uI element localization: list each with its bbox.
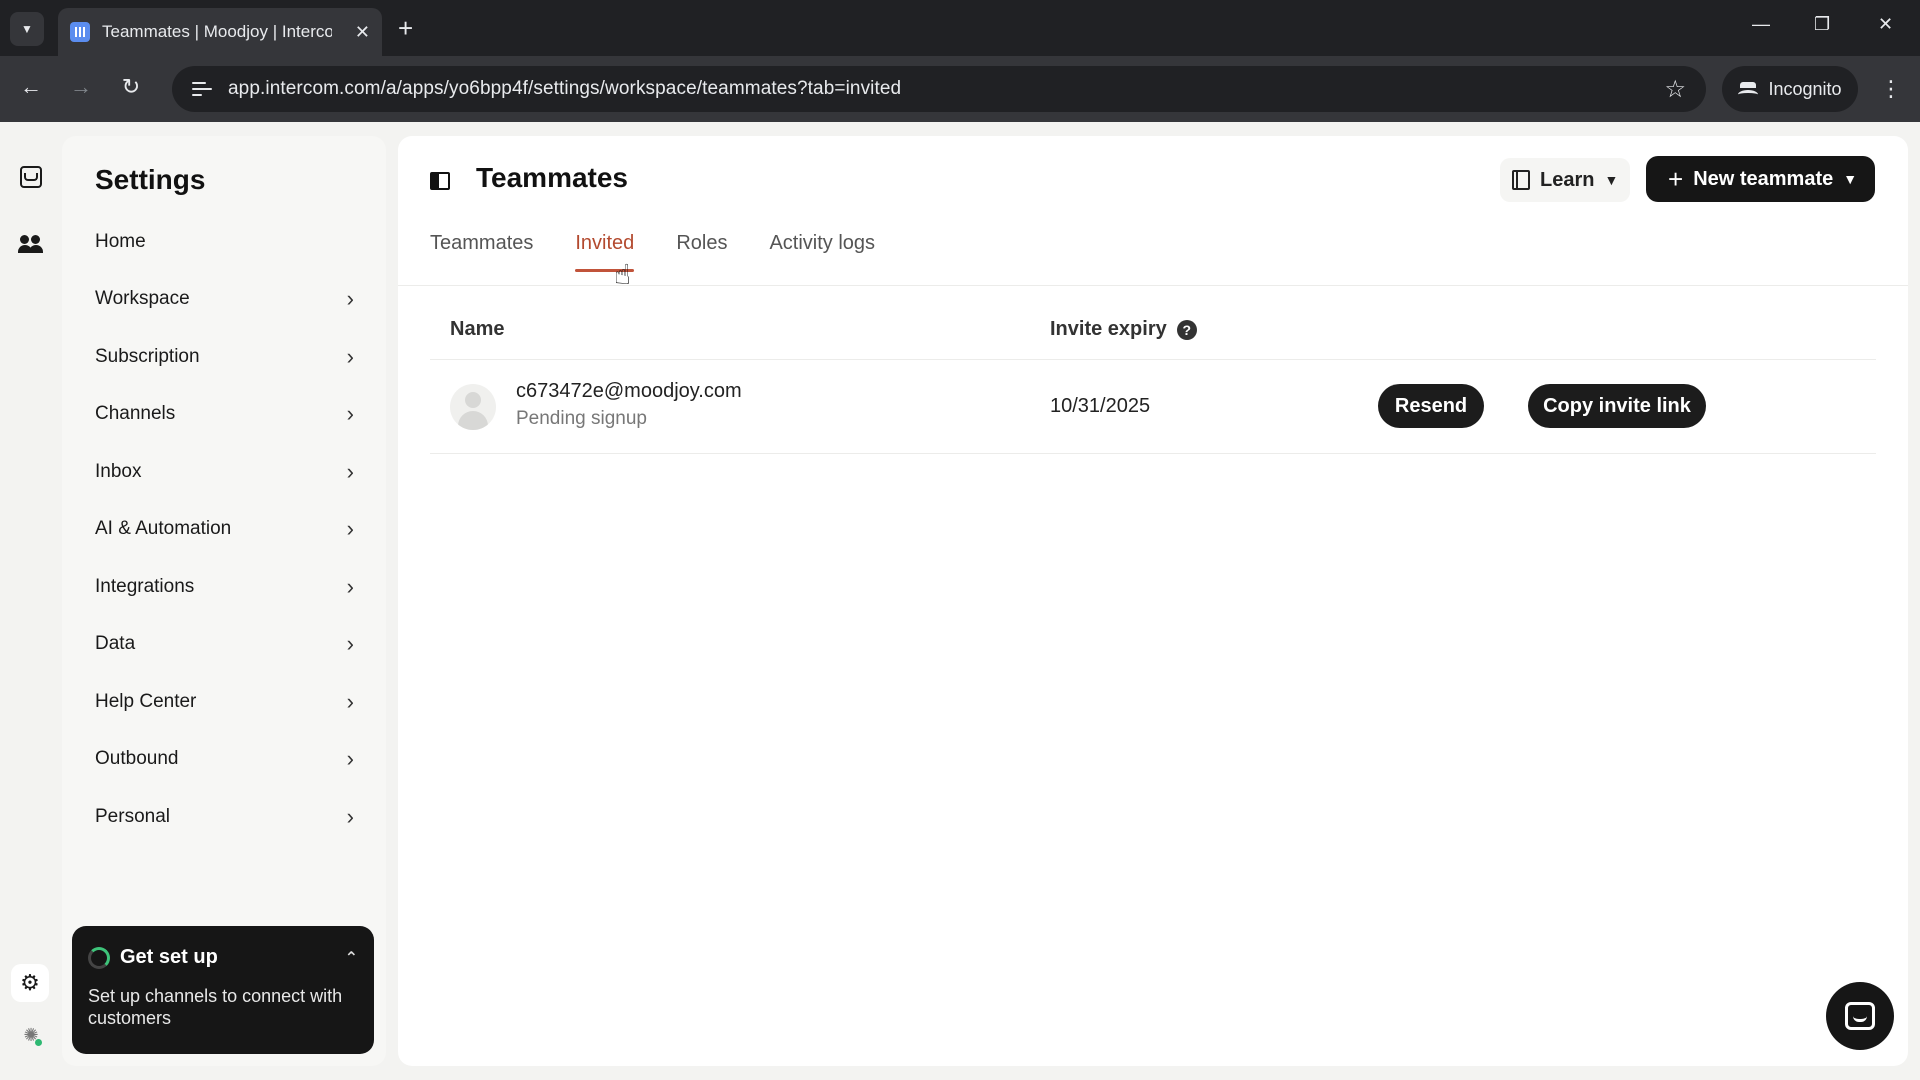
sidebar-toggle-icon[interactable] bbox=[430, 172, 450, 190]
site-info-icon[interactable] bbox=[192, 79, 212, 99]
new-tab-icon[interactable]: + bbox=[398, 14, 413, 42]
tab-teammates[interactable]: Teammates bbox=[430, 232, 533, 272]
messenger-launcher-button[interactable] bbox=[1826, 982, 1894, 1050]
close-tab-icon[interactable]: ✕ bbox=[355, 22, 370, 43]
url-text[interactable]: app.intercom.com/a/apps/yo6bpp4f/setting… bbox=[228, 78, 901, 100]
table-row: c673472e@moodjoy.com Pending signup 10/3… bbox=[430, 360, 1876, 454]
chevron-right-icon: › bbox=[346, 746, 354, 772]
column-header-name: Name bbox=[450, 318, 505, 340]
avatar bbox=[450, 384, 496, 430]
column-header-expiry: Invite expiry ? bbox=[1050, 318, 1197, 341]
address-bar[interactable]: app.intercom.com/a/apps/yo6bpp4f/setting… bbox=[172, 66, 1706, 112]
sidebar-item-ai-automation[interactable]: AI & Automation › bbox=[62, 501, 386, 559]
browser-tab-bar: ▼ Teammates | Moodjoy | Interco ✕ + — ❐ … bbox=[0, 0, 1920, 56]
bookmark-star-icon[interactable]: ☆ bbox=[1664, 75, 1686, 104]
invite-status: Pending signup bbox=[516, 408, 647, 429]
table-header: Name Invite expiry ? bbox=[430, 296, 1876, 360]
close-window-icon[interactable]: ✕ bbox=[1878, 14, 1893, 35]
forward-icon[interactable]: → bbox=[66, 74, 96, 100]
tab-activity-logs[interactable]: Activity logs bbox=[769, 232, 875, 272]
invitee-email: c673472e@moodjoy.com bbox=[516, 380, 742, 402]
sidebar-item-outbound[interactable]: Outbound › bbox=[62, 731, 386, 789]
pointer-cursor-icon: ☝ bbox=[614, 259, 632, 290]
minimize-icon[interactable]: — bbox=[1752, 14, 1770, 35]
inbox-icon[interactable] bbox=[20, 166, 42, 188]
chevron-right-icon: › bbox=[346, 631, 354, 657]
incognito-indicator[interactable]: Incognito bbox=[1722, 66, 1858, 112]
sidebar-item-channels[interactable]: Channels › bbox=[62, 386, 386, 444]
chat-icon bbox=[1845, 1002, 1875, 1030]
chevron-right-icon: › bbox=[346, 573, 354, 599]
help-icon[interactable]: ? bbox=[1176, 319, 1197, 340]
tab-search-button[interactable]: ▼ bbox=[10, 12, 44, 46]
incognito-label: Incognito bbox=[1768, 78, 1842, 99]
chevron-down-icon: ▼ bbox=[21, 22, 33, 36]
sidebar-item-inbox[interactable]: Inbox › bbox=[62, 443, 386, 501]
page-title: Teammates bbox=[476, 162, 629, 193]
caret-down-icon: ▼ bbox=[1843, 171, 1858, 187]
incognito-icon bbox=[1738, 82, 1759, 96]
resend-button[interactable]: Resend bbox=[1378, 384, 1484, 428]
back-icon[interactable]: ← bbox=[16, 74, 46, 100]
chevron-right-icon: › bbox=[346, 803, 354, 829]
sidebar-item-help-center[interactable]: Help Center › bbox=[62, 673, 386, 731]
restore-icon[interactable]: ❐ bbox=[1814, 14, 1830, 35]
chevron-right-icon: › bbox=[346, 458, 354, 484]
setup-description: Set up channels to connect with customer… bbox=[88, 986, 343, 1028]
intercom-favicon-icon bbox=[70, 22, 90, 42]
chevron-right-icon: › bbox=[346, 401, 354, 427]
sidebar-item-home[interactable]: Home bbox=[62, 213, 386, 271]
caret-down-icon: ▼ bbox=[1604, 172, 1619, 188]
chevron-right-icon: › bbox=[346, 286, 354, 312]
contacts-icon[interactable] bbox=[18, 232, 44, 258]
sidebar-item-data[interactable]: Data › bbox=[62, 616, 386, 674]
app-area: ⚙ ✺ Settings Home Workspace › Subscriptio… bbox=[0, 122, 1920, 1080]
chevron-right-icon: › bbox=[346, 343, 354, 369]
new-teammate-button[interactable]: + New teammate ▼ bbox=[1646, 156, 1876, 202]
sidebar-item-integrations[interactable]: Integrations › bbox=[62, 558, 386, 616]
user-status-icon[interactable]: ✺ bbox=[18, 1022, 44, 1048]
copy-invite-link-button[interactable]: Copy invite link bbox=[1528, 384, 1706, 428]
settings-gear-icon[interactable]: ⚙ bbox=[11, 964, 49, 1002]
left-rail: ⚙ ✺ bbox=[0, 122, 60, 1080]
sidebar-item-subscription[interactable]: Subscription › bbox=[62, 328, 386, 386]
invited-table: Name Invite expiry ? c673472e@moodjoy.co… bbox=[430, 296, 1876, 454]
browser-toolbar: ← → ↻ app.intercom.com/a/apps/yo6bpp4f/s… bbox=[0, 56, 1920, 122]
book-icon bbox=[1512, 170, 1530, 190]
tab-title: Teammates | Moodjoy | Interco bbox=[102, 22, 332, 41]
progress-ring-icon bbox=[88, 946, 110, 969]
settings-menu: Home Workspace › Subscription › Channels › … bbox=[62, 213, 386, 846]
browser-menu-icon[interactable]: ⋮ bbox=[1880, 76, 1902, 102]
invite-expiry-date: 10/31/2025 bbox=[1050, 395, 1151, 417]
setup-title: Get set up bbox=[120, 946, 218, 968]
learn-button[interactable]: Learn ▼ bbox=[1500, 158, 1631, 202]
get-set-up-card[interactable]: Get set up ⌃ Set up channels to connect … bbox=[72, 926, 374, 1054]
sidebar-item-workspace[interactable]: Workspace › bbox=[62, 271, 386, 329]
chevron-right-icon: › bbox=[346, 516, 354, 542]
chevron-right-icon: › bbox=[346, 688, 354, 714]
tab-roles[interactable]: Roles bbox=[676, 232, 727, 272]
browser-tab[interactable]: Teammates | Moodjoy | Interco ✕ bbox=[58, 8, 382, 56]
teammates-tabs: Teammates Invited Roles Activity logs bbox=[430, 232, 875, 272]
reload-icon[interactable]: ↻ bbox=[116, 74, 146, 100]
settings-title: Settings bbox=[95, 164, 206, 195]
plus-icon: + bbox=[1668, 164, 1684, 194]
chevron-up-icon[interactable]: ⌃ bbox=[345, 948, 358, 968]
sidebar-item-personal[interactable]: Personal › bbox=[62, 788, 386, 846]
